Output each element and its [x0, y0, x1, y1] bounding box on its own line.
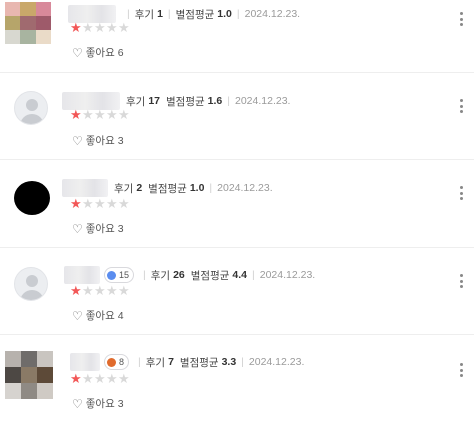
star-empty-icon: ★: [106, 20, 118, 35]
review-count-label: 후기: [134, 8, 155, 21]
like-label: 좋아요: [85, 223, 115, 235]
more-options-icon[interactable]: [458, 99, 464, 113]
more-options-icon[interactable]: [458, 12, 464, 26]
star-rating: ★ ★ ★ ★ ★: [70, 284, 130, 297]
rating-avg-label: 별점평균: [179, 356, 219, 369]
star-filled-icon: ★: [70, 196, 82, 211]
like-button[interactable]: ♡ 좋아요 3: [72, 221, 124, 236]
nickname[interactable]: [64, 266, 100, 284]
like-count: 3: [117, 397, 124, 410]
star-empty-icon: ★: [118, 20, 130, 35]
rating-avg: 1.0: [189, 182, 205, 194]
avatar[interactable]: [14, 267, 48, 301]
nickname[interactable]: [62, 179, 108, 197]
user-level-badge: 8: [104, 354, 130, 370]
review-date: 2024.12.23.: [259, 269, 316, 281]
star-rating: ★ ★ ★ ★ ★: [70, 372, 130, 385]
rating-avg-label: 별점평균: [166, 95, 205, 108]
user-level-badge: 15: [104, 267, 135, 283]
rating-avg: 4.4: [232, 269, 248, 281]
like-count: 3: [117, 134, 124, 147]
like-count: 3: [117, 222, 124, 235]
more-options-icon[interactable]: [458, 186, 464, 200]
heart-icon: ♡: [72, 133, 83, 148]
avatar[interactable]: [14, 181, 50, 215]
review-date: 2024.12.23.: [244, 8, 301, 20]
review-item: | 후기 1 | 별점평균 1.0 | 2024.12.23. ★ ★ ★ ★ ★ ♡ …: [0, 0, 474, 72]
review-count-label: 후기: [145, 356, 166, 369]
review-count: 1: [157, 8, 163, 20]
level-badge-icon: [107, 270, 116, 280]
rating-avg-label: 별점평균: [148, 182, 187, 195]
rating-avg: 1.6: [207, 95, 223, 107]
nickname[interactable]: [70, 353, 100, 371]
review-count-label: 후기: [150, 269, 171, 282]
like-label: 좋아요: [85, 310, 115, 322]
star-rating: ★ ★ ★ ★ ★: [70, 197, 130, 210]
star-empty-icon: ★: [82, 20, 94, 35]
review-count-label: 후기: [114, 182, 134, 195]
star-empty-icon: ★: [118, 196, 130, 211]
star-empty-icon: ★: [118, 283, 130, 298]
rating-avg: 1.0: [217, 8, 232, 20]
star-empty-icon: ★: [82, 196, 94, 211]
review-date: 2024.12.23.: [248, 356, 305, 368]
heart-icon: ♡: [72, 308, 83, 323]
star-filled-icon: ★: [70, 371, 82, 386]
review-date: 2024.12.23.: [217, 182, 273, 194]
review-count: 7: [168, 356, 174, 368]
rating-avg-label: 별점평균: [190, 269, 230, 282]
review-item: 15 | 후기 26 별점평균 4.4 | 2024.12.23. ★ ★ ★ ★ ★ …: [0, 248, 474, 334]
like-label: 좋아요: [85, 47, 115, 59]
star-filled-icon: ★: [70, 20, 82, 35]
star-empty-icon: ★: [106, 196, 118, 211]
star-empty-icon: ★: [94, 107, 106, 122]
like-count: 6: [117, 46, 124, 59]
star-empty-icon: ★: [118, 107, 130, 122]
heart-icon: ♡: [72, 221, 83, 236]
like-button[interactable]: ♡ 좋아요 3: [72, 133, 124, 148]
rating-avg: 3.3: [221, 356, 237, 368]
like-label: 좋아요: [85, 398, 115, 410]
like-button[interactable]: ♡ 좋아요 3: [72, 396, 124, 411]
level-badge-icon: [107, 357, 116, 367]
star-empty-icon: ★: [82, 107, 94, 122]
star-empty-icon: ★: [94, 20, 106, 35]
avatar[interactable]: [14, 91, 48, 125]
avatar[interactable]: [5, 2, 51, 44]
star-empty-icon: ★: [82, 371, 94, 386]
rating-avg-label: 별점평균: [175, 8, 215, 21]
review-count: 2: [136, 182, 143, 194]
review-count: 26: [173, 269, 185, 281]
star-empty-icon: ★: [82, 283, 94, 298]
more-options-icon[interactable]: [458, 363, 464, 377]
like-button[interactable]: ♡ 좋아요 6: [72, 45, 124, 60]
like-label: 좋아요: [85, 135, 115, 147]
more-options-icon[interactable]: [458, 274, 464, 288]
star-empty-icon: ★: [94, 196, 106, 211]
heart-icon: ♡: [72, 45, 83, 60]
review-item: 후기 17 별점평균 1.6 | 2024.12.23. ★ ★ ★ ★ ★ ♡ 좋아요…: [0, 73, 474, 159]
avatar[interactable]: [5, 351, 53, 399]
star-empty-icon: ★: [94, 283, 106, 298]
like-count: 4: [117, 309, 124, 322]
review-count: 17: [148, 95, 161, 107]
star-filled-icon: ★: [70, 107, 82, 122]
star-filled-icon: ★: [70, 283, 82, 298]
star-empty-icon: ★: [118, 371, 130, 386]
star-empty-icon: ★: [106, 283, 118, 298]
like-button[interactable]: ♡ 좋아요 4: [72, 308, 124, 323]
star-empty-icon: ★: [106, 107, 118, 122]
heart-icon: ♡: [72, 396, 83, 411]
review-item: 후기 2 별점평균 1.0 | 2024.12.23. ★ ★ ★ ★ ★ ♡ 좋아요 …: [0, 160, 474, 247]
review-item: 8 | 후기 7 별점평균 3.3 | 2024.12.23. ★ ★ ★ ★ ★ ♡ …: [0, 335, 474, 421]
star-rating: ★ ★ ★ ★ ★: [70, 108, 130, 121]
review-date: 2024.12.23.: [235, 95, 291, 107]
star-empty-icon: ★: [106, 371, 118, 386]
star-rating: ★ ★ ★ ★ ★: [70, 21, 130, 34]
star-empty-icon: ★: [94, 371, 106, 386]
